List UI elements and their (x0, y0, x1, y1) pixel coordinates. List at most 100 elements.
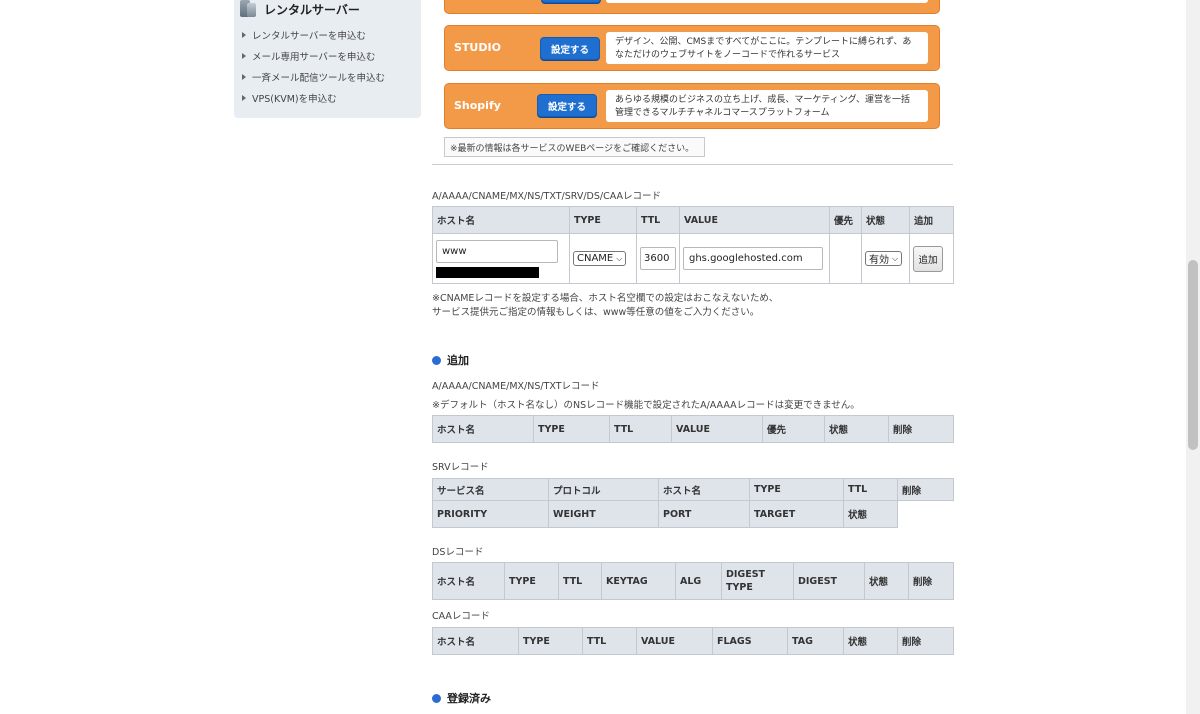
type-select-value: CNAME (577, 253, 614, 264)
srv-record-table: サービス名 プロトコル ホスト名 TYPE TTL 削除 PRIORITY WE… (432, 478, 954, 528)
sidebar-menu: レンタルサーバーを申込む メール専用サーバーを申込む 一斉メール配信ツールを申込… (242, 24, 385, 108)
column-header-delete: 削除 (897, 627, 954, 655)
record-form-table: ホスト名 TYPE TTL VALUE 優先 状態 追加 www CNAME ⌵ … (432, 206, 954, 284)
sidebar-item-mail-server[interactable]: メール専用サーバーを申込む (242, 45, 385, 66)
column-header-status: 状態 (824, 415, 889, 443)
column-header-tag: TAG (787, 627, 844, 655)
column-header-ttl: TTL (558, 562, 602, 600)
column-header-alg: ALG (675, 562, 722, 600)
srv-record-label: SRVレコード (432, 462, 489, 473)
column-header-priority: 優先 (762, 415, 825, 443)
column-header-delete: 削除 (897, 478, 954, 501)
cname-note-line1: ※CNAMEレコードを設定する場合、ホスト名空欄での設定はおこなえないため、 (432, 293, 779, 304)
cname-note: ※CNAMEレコードを設定する場合、ホスト名空欄での設定はおこなえないため、 サ… (432, 292, 778, 320)
column-header-delete: 削除 (888, 415, 954, 443)
studio-setup-button[interactable]: 設定する (540, 37, 600, 60)
service-description-partial (606, 0, 928, 3)
service-name: STUDIO (454, 41, 501, 54)
registered-section-heading: 登録済み (432, 690, 491, 706)
column-header-ttl: TTL (582, 627, 637, 655)
bullet-icon (432, 693, 441, 703)
sidebar: レンタルサーバー レンタルサーバーを申込む メール専用サーバーを申込む 一斉メー… (234, 0, 421, 118)
caa-record-label: CAAレコード (432, 611, 490, 622)
column-header-ttl: TTL (636, 206, 680, 234)
column-header-keytag: KEYTAG (601, 562, 676, 600)
sidebar-item-vps[interactable]: VPS(KVM)を申込む (242, 87, 385, 108)
sidebar-item-label: レンタルサーバーを申込む (252, 30, 366, 42)
ttl-input[interactable]: 3600 (640, 247, 676, 270)
column-header-host: ホスト名 (432, 206, 570, 234)
column-header-value: VALUE (636, 627, 713, 655)
column-header-target: TARGET (749, 500, 844, 528)
value-input[interactable]: ghs.googlehosted.com (683, 247, 823, 270)
chevron-down-icon: ⌵ (892, 253, 899, 263)
service-card-shopify: Shopify 設定する あらゆる規模のビジネスの立ち上げ、成長、マーケティング… (444, 83, 940, 129)
column-header-value: VALUE (679, 206, 830, 234)
column-header-value: VALUE (671, 415, 763, 443)
sidebar-item-rental-server[interactable]: レンタルサーバーを申込む (242, 24, 385, 45)
column-header-host: ホスト名 (432, 627, 519, 655)
service-description: デザイン、公開、CMSまですべてがここに。テンプレートに縛られず、あなただけのウ… (606, 32, 928, 64)
shopify-setup-button[interactable]: 設定する (537, 94, 597, 117)
chevron-down-icon: ⌵ (616, 253, 623, 263)
triangle-right-icon (242, 52, 246, 59)
column-header-flags: FLAGS (712, 627, 788, 655)
column-header-type: TYPE (504, 562, 559, 600)
add-section-heading: 追加 (432, 352, 469, 368)
column-header-delete: 削除 (908, 562, 954, 600)
general-record-label: A/AAAA/CNAME/MX/NS/TXTレコード (432, 381, 600, 392)
status-select[interactable]: 有効 ⌵ (865, 251, 903, 266)
column-header-status: 状態 (861, 206, 910, 234)
column-header-ttl: TTL (609, 415, 672, 443)
general-record-table: ホスト名 TYPE TTL VALUE 優先 状態 削除 (432, 415, 954, 443)
type-select[interactable]: CNAME ⌵ (573, 251, 627, 266)
service-name: Shopify (454, 99, 501, 112)
add-section-title: 追加 (447, 354, 469, 367)
column-header-weight: WEIGHT (548, 500, 659, 528)
ds-record-table: ホスト名 TYPE TTL KEYTAG ALG DIGEST TYPE DIG… (432, 562, 954, 600)
column-header-digest-type: DIGEST TYPE (721, 562, 794, 600)
column-header-protocol: プロトコル (548, 478, 659, 501)
host-input[interactable]: www (436, 239, 558, 263)
add-record-button[interactable]: 追加 (913, 245, 943, 272)
sidebar-item-label: VPS(KVM)を申込む (252, 93, 337, 105)
sidebar-item-label: 一斉メール配信ツールを申込む (252, 72, 386, 84)
column-header-add: 追加 (909, 206, 954, 234)
column-header-type: TYPE (518, 627, 583, 655)
ds-record-label: DSレコード (432, 547, 484, 558)
column-header-status: 状態 (843, 500, 898, 528)
record-input-row: www CNAME ⌵ 3600 ghs.googlehosted.com 有効 ⌵… (432, 233, 954, 284)
service-description: あらゆる規模のビジネスの立ち上げ、成長、マーケティング、運営を一括管理できるマル… (606, 90, 928, 122)
general-record-note: ※デフォルト（ホスト名なし）のNSレコード機能で設定されたA/AAAAレコードは… (432, 400, 860, 411)
column-header-status: 状態 (864, 562, 909, 600)
sidebar-item-label: メール専用サーバーを申込む (252, 51, 376, 63)
column-header-host: ホスト名 (658, 478, 750, 501)
column-header-type: TYPE (749, 478, 844, 501)
column-header-port: PORT (658, 500, 750, 528)
column-header-ttl: TTL (843, 478, 898, 501)
column-header-status: 状態 (843, 627, 898, 655)
redacted-block (436, 266, 539, 278)
sidebar-header: レンタルサーバー (238, 0, 360, 18)
service-card-partial (444, 0, 940, 14)
status-select-value: 有効 (869, 255, 889, 266)
column-header-priority: PRIORITY (432, 500, 549, 528)
column-header-host: ホスト名 (432, 415, 534, 443)
page: レンタルサーバー レンタルサーバーを申込む メール専用サーバーを申込む 一斉メー… (0, 0, 1200, 714)
triangle-right-icon (242, 94, 246, 101)
sidebar-title: レンタルサーバー (264, 2, 360, 17)
divider (432, 164, 953, 165)
column-header-digest: DIGEST (793, 562, 865, 600)
server-icon (238, 0, 256, 18)
triangle-right-icon (242, 73, 246, 80)
sidebar-item-mail-tool[interactable]: 一斉メール配信ツールを申込む (242, 66, 385, 87)
column-header-type: TYPE (533, 415, 610, 443)
cname-note-line2: サービス提供元ご指定の情報もしくは、www等任意の値をご入力ください。 (432, 307, 760, 318)
setup-button-partial[interactable] (541, 0, 601, 3)
scrollbar-thumb[interactable] (1188, 260, 1198, 450)
record-form-label: A/AAAA/CNAME/MX/NS/TXT/SRV/DS/CAAレコード (432, 191, 661, 202)
column-header-service: サービス名 (432, 478, 549, 501)
registered-section-title: 登録済み (447, 692, 491, 705)
column-header-type: TYPE (569, 206, 637, 234)
bullet-icon (432, 355, 441, 365)
